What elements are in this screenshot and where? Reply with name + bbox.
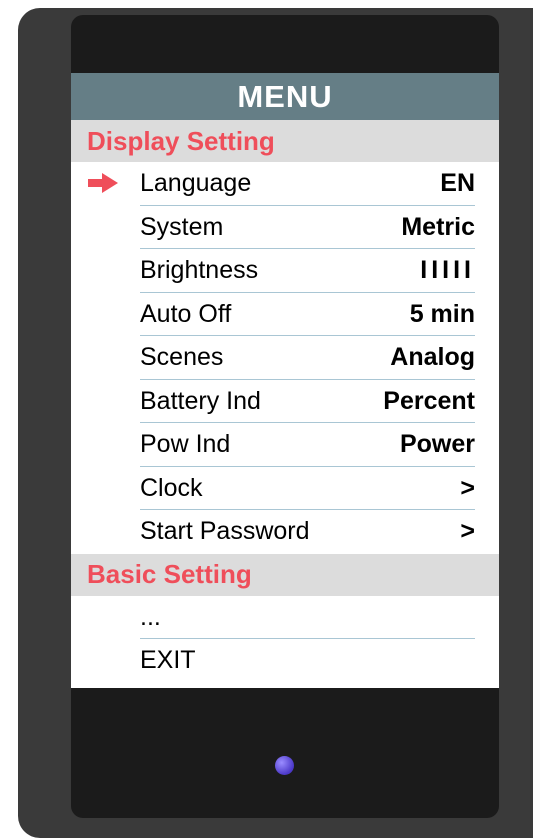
menu-item-language[interactable]: Language EN [71, 162, 499, 206]
menu-item-label: Auto Off [140, 299, 232, 328]
status-led [275, 756, 294, 775]
menu-item-label: Brightness [140, 256, 259, 285]
arrow-right-icon [88, 173, 118, 193]
menu-item-value: Analog [390, 343, 475, 372]
section-header-basic-setting: Basic Setting [71, 553, 499, 596]
menu-item-label: Clock [140, 473, 203, 502]
menu-item-start-password[interactable]: Start Password > [71, 510, 499, 554]
menu-item-label: Start Password [140, 517, 310, 546]
section-header-display-setting: Display Setting [71, 120, 499, 162]
chevron-right-icon: > [460, 517, 475, 546]
menu-item-label: Battery Ind [140, 386, 261, 415]
menu-item-more[interactable]: ... [71, 596, 499, 640]
menu-item-label: Language [140, 169, 252, 198]
menu-item-clock[interactable]: Clock > [71, 467, 499, 511]
menu-item-label: ... [140, 602, 161, 631]
menu-screen: MENU Display Setting Language EN System … [71, 73, 499, 688]
chevron-right-icon: > [460, 473, 475, 502]
menu-item-battery-ind[interactable]: Battery Ind Percent [71, 380, 499, 424]
menu-item-scenes[interactable]: Scenes Analog [71, 336, 499, 380]
menu-item-label: Pow Ind [140, 430, 231, 459]
menu-item-exit[interactable]: EXIT [71, 639, 499, 683]
menu-item-label: EXIT [140, 646, 196, 675]
menu-title: MENU [71, 73, 499, 120]
menu-item-value: Percent [383, 386, 475, 415]
menu-item-system[interactable]: System Metric [71, 206, 499, 250]
menu-item-auto-off[interactable]: Auto Off 5 min [71, 293, 499, 337]
brightness-level: IIIII [420, 256, 475, 285]
menu-item-label: Scenes [140, 343, 224, 372]
menu-item-value: Power [399, 430, 475, 459]
menu-item-label: System [140, 212, 224, 241]
menu-item-brightness[interactable]: Brightness IIIII [71, 249, 499, 293]
menu-item-value: Metric [401, 212, 475, 241]
menu-item-value: EN [440, 169, 475, 198]
menu-item-pow-ind[interactable]: Pow Ind Power [71, 423, 499, 467]
device-bezel: MENU Display Setting Language EN System … [71, 15, 499, 818]
menu-item-value: 5 min [409, 299, 475, 328]
